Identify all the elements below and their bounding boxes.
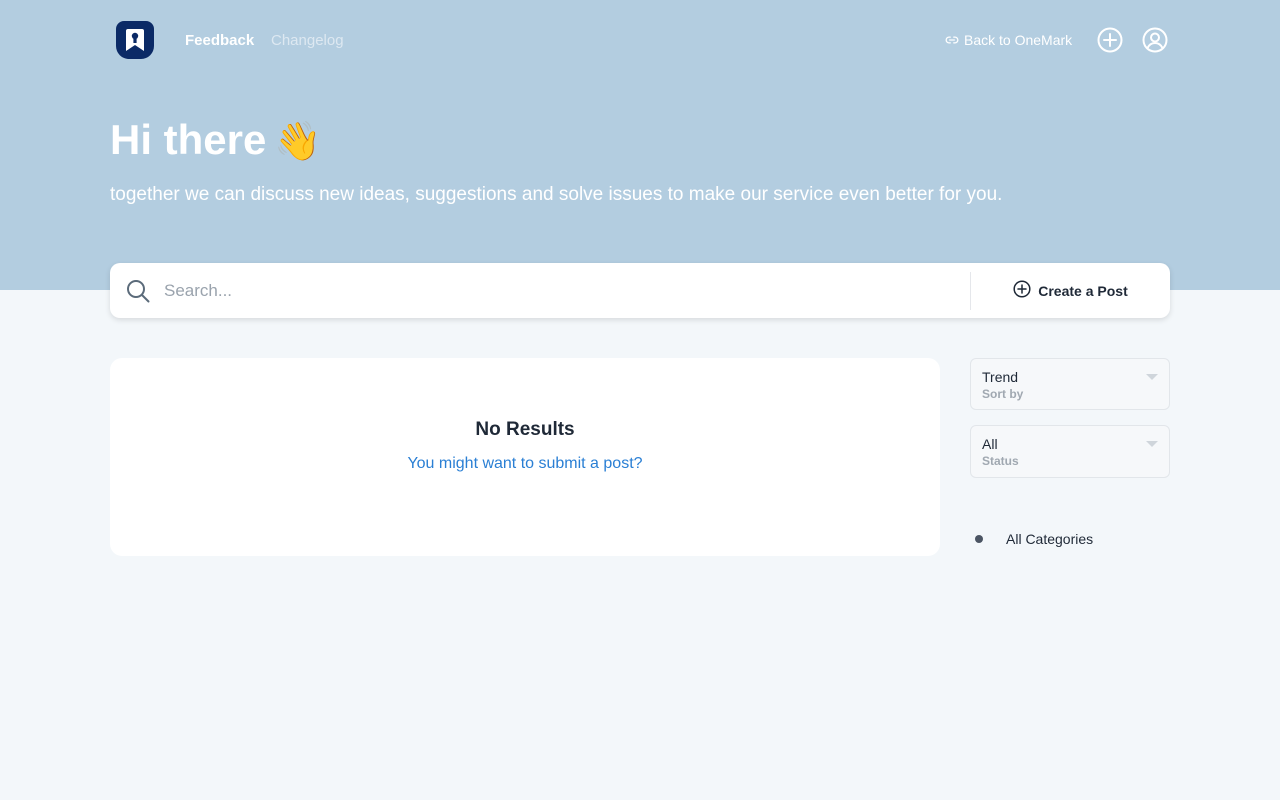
results-card: No Results You might want to submit a po… [110, 358, 940, 556]
search-icon [126, 279, 150, 303]
sort-by-select[interactable]: Trend Sort by [970, 358, 1170, 410]
hero-subtitle: together we can discuss new ideas, sugge… [110, 184, 1003, 205]
chevron-down-icon [1146, 374, 1158, 380]
hero-banner: Feedback Changelog Back to OneMark Hi th… [0, 0, 1280, 290]
user-account-button[interactable] [1142, 27, 1168, 53]
onemark-logo-icon[interactable] [116, 21, 154, 59]
waving-hand-emoji: 👋 [274, 119, 322, 163]
no-results-heading: No Results [475, 419, 575, 440]
category-dot-icon [975, 535, 983, 543]
sort-by-value: Trend [982, 369, 1019, 385]
search-bar: Create a Post [110, 263, 1170, 318]
create-post-button[interactable]: Create a Post [971, 263, 1170, 318]
nav-feedback-link[interactable]: Feedback [185, 31, 254, 51]
status-select[interactable]: All Status [970, 425, 1170, 478]
chevron-down-icon [1146, 441, 1158, 447]
link-icon [945, 33, 959, 47]
create-post-label: Create a Post [1038, 282, 1128, 299]
back-to-onemark-link[interactable]: Back to OneMark [945, 30, 1072, 50]
plus-circle-icon [1013, 280, 1031, 301]
plus-circle-icon [1097, 27, 1123, 57]
status-label: Status [982, 454, 1019, 468]
search-input[interactable] [164, 275, 954, 306]
sort-by-label: Sort by [982, 387, 1024, 401]
category-item-all[interactable]: All Categories [970, 528, 1168, 550]
hero-title-text: Hi there [110, 116, 267, 163]
hero-title: Hi there 👋 [110, 112, 322, 169]
add-post-button[interactable] [1097, 27, 1123, 53]
back-link-label: Back to OneMark [964, 32, 1073, 48]
category-label: All Categories [1006, 531, 1094, 547]
nav-changelog-link[interactable]: Changelog [271, 31, 344, 51]
status-value: All [982, 436, 998, 452]
submit-post-link[interactable]: You might want to submit a post? [110, 454, 940, 474]
user-circle-icon [1142, 27, 1168, 57]
